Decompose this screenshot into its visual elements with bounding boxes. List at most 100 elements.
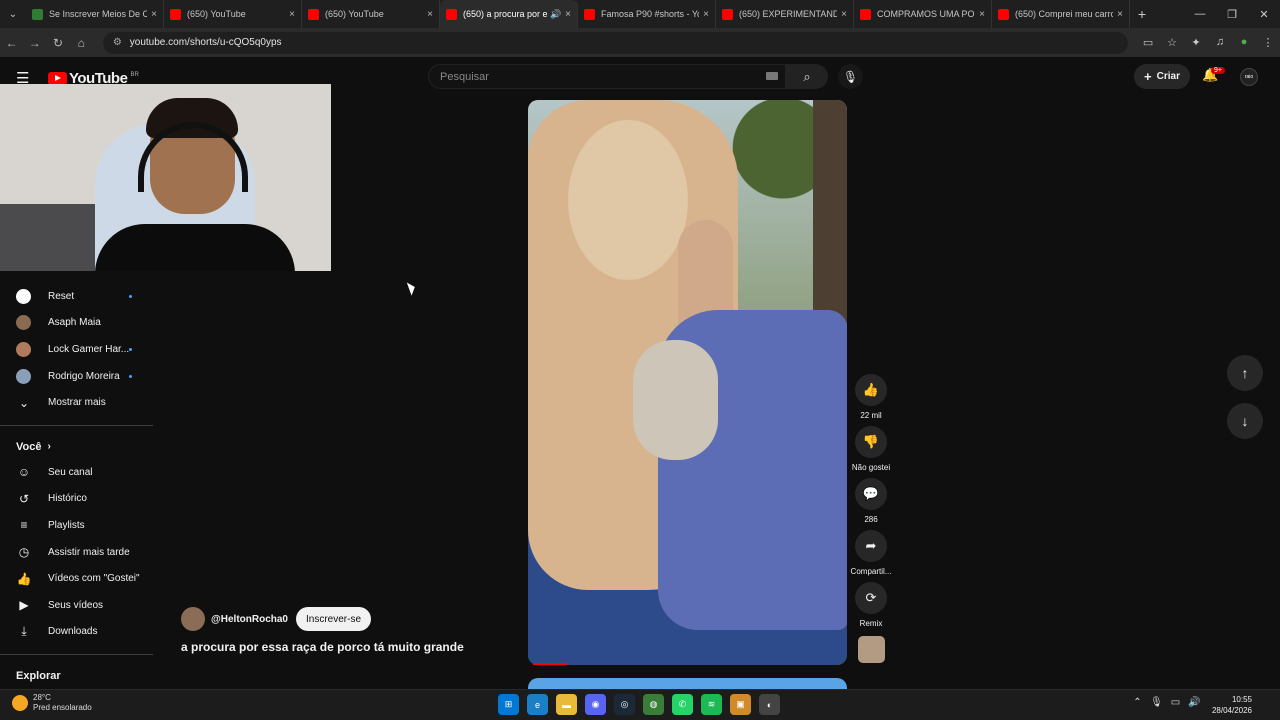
comments-button[interactable]: 💬 286	[851, 478, 891, 524]
close-window-icon[interactable]: ✕	[1248, 8, 1280, 21]
video-progress-bar[interactable]	[533, 663, 567, 665]
subscribe-button[interactable]: Inscrever-se	[295, 607, 371, 631]
account-avatar[interactable]: raio	[1240, 68, 1258, 86]
voice-search-button[interactable]: 🎙	[838, 64, 863, 89]
cast-icon[interactable]: ▭	[1136, 36, 1160, 49]
tab-close-icon[interactable]: ×	[289, 9, 295, 20]
steam-icon[interactable]: ◎	[614, 694, 635, 715]
obs-icon[interactable]: ◐	[759, 694, 780, 715]
show-more-button[interactable]: ⌄ Mostrar mais	[0, 389, 153, 416]
browser-tab[interactable]: Se Inscrever Meios De Co ×	[26, 0, 164, 28]
browser-tab[interactable]: (650) Comprei meu carro ×	[992, 0, 1130, 28]
discord-icon[interactable]: ◉	[585, 694, 606, 715]
tab-favicon-icon	[308, 8, 319, 20]
dislike-button[interactable]: 👎 Não gostei	[851, 426, 891, 472]
sidebar-item[interactable]: ↺ Histórico	[0, 486, 153, 513]
tab-close-icon[interactable]: ×	[151, 9, 157, 20]
subscription-label: Asaph Maia	[48, 317, 101, 329]
chevron-right-icon: ›	[47, 441, 51, 453]
search-input[interactable]: Pesquisar	[428, 64, 786, 89]
browser-tab[interactable]: (650) EXPERIMENTANDO ×	[716, 0, 854, 28]
chrome-icon[interactable]: ◍	[643, 694, 664, 715]
tab-search-icon[interactable]: ⌄	[0, 0, 26, 28]
app-icon[interactable]: ▣	[730, 694, 751, 715]
previous-short-button[interactable]: ↑	[1227, 355, 1263, 391]
home-icon[interactable]: ⌂	[70, 36, 93, 50]
forward-icon[interactable]: →	[23, 36, 46, 50]
sidebar-item[interactable]: ≡ Playlists	[0, 512, 153, 539]
taskbar-apps: ⊞ e ▬ ◉ ◎ ◍ ✆ ≋ ▣ ◐	[498, 694, 788, 715]
mic-tray-icon[interactable]: 🎙	[1147, 697, 1166, 708]
arrow-down-icon: ↓	[1241, 413, 1249, 429]
explore-section-header: Explorar	[0, 664, 153, 688]
restore-icon[interactable]: ❐	[1216, 8, 1248, 21]
remix-button[interactable]: ⟳ Remix	[851, 582, 891, 628]
clock-time: 10:55	[1231, 695, 1252, 704]
like-button[interactable]: 👍 22 mil	[851, 374, 891, 420]
keyboard-icon[interactable]	[766, 72, 778, 80]
subscription-item[interactable]: Asaph Maia	[0, 310, 153, 337]
back-icon[interactable]: ←	[0, 36, 23, 50]
notification-badge: 9+	[1211, 67, 1225, 74]
share-button[interactable]: ➦ Compartil...	[851, 530, 891, 576]
sidebar-item[interactable]: ⤓ Downloads	[0, 619, 153, 646]
subscription-item[interactable]: Reset	[0, 283, 153, 310]
browser-tab[interactable]: (650) YouTube ×	[164, 0, 302, 28]
volume-icon[interactable]: 🔊	[1185, 697, 1204, 708]
network-icon[interactable]: ▭	[1166, 697, 1185, 708]
subscription-item[interactable]: Rodrigo Moreira	[0, 363, 153, 390]
browser-tab[interactable]: COMPRAMOS UMA PORS ×	[854, 0, 992, 28]
spotify-icon[interactable]: ≋	[701, 694, 722, 715]
create-button[interactable]: + Criar	[1134, 64, 1190, 89]
sidebar-divider	[0, 424, 153, 426]
short-title[interactable]: a procura por essa raça de porco tá muit…	[181, 640, 464, 654]
sidebar-item[interactable]: 👍 Vídeos com "Gostei"	[0, 565, 153, 592]
browser-tab[interactable]: Famosa P90 #shorts - You ×	[578, 0, 716, 28]
tab-close-icon[interactable]: ×	[703, 9, 709, 20]
video-pig-head	[568, 120, 688, 280]
channel-avatar[interactable]	[181, 607, 205, 631]
browser-tab[interactable]: (650) a procura por e 🔊 ×	[440, 0, 578, 28]
search-button[interactable]: ⌕	[786, 64, 828, 89]
site-info-icon[interactable]: ⚙	[113, 37, 122, 48]
taskbar-clock[interactable]: 10:55 28/04/2026	[1204, 694, 1252, 716]
edge-icon[interactable]: e	[527, 694, 548, 715]
tab-title: Famosa P90 #shorts - You	[601, 9, 700, 19]
audio-source-thumbnail[interactable]	[858, 636, 885, 663]
browser-tab[interactable]: (650) YouTube ×	[302, 0, 440, 28]
minimize-icon[interactable]: —	[1184, 8, 1216, 21]
chevron-down-icon: ⌄	[18, 395, 30, 410]
tab-close-icon[interactable]: ×	[427, 9, 433, 20]
reload-icon[interactable]: ↻	[46, 36, 69, 50]
channel-name[interactable]: @HeltonRocha0	[211, 614, 288, 625]
subscription-item[interactable]: Lock Gamer Har...	[0, 336, 153, 363]
sidebar-item[interactable]: ◷ Assistir mais tarde	[0, 539, 153, 566]
sidebar-item[interactable]: ☺ Seu canal	[0, 459, 153, 486]
media-icon[interactable]: ♫	[1208, 36, 1232, 49]
file-explorer-icon[interactable]: ▬	[556, 694, 577, 715]
profile-icon[interactable]: ●	[1232, 36, 1256, 49]
bookmark-star-icon[interactable]: ☆	[1160, 36, 1184, 49]
extensions-icon[interactable]: ✦	[1184, 36, 1208, 49]
new-content-dot	[129, 374, 132, 378]
tab-close-icon[interactable]: ×	[841, 9, 847, 20]
tab-close-icon[interactable]: ×	[1117, 9, 1123, 20]
tab-close-icon[interactable]: ×	[565, 9, 571, 20]
tab-close-icon[interactable]: ×	[979, 9, 985, 20]
subscription-label: Reset	[48, 290, 75, 302]
whatsapp-icon[interactable]: ✆	[672, 694, 693, 715]
url-bar[interactable]: ⚙ youtube.com/shorts/u-cQO5q0yps	[102, 31, 1129, 54]
new-tab-button[interactable]: +	[1130, 6, 1154, 22]
short-video-player[interactable]	[528, 100, 847, 665]
speaker-icon[interactable]: 🔊	[550, 9, 561, 20]
next-short-button[interactable]: ↓	[1227, 403, 1263, 439]
browser-menu-icon[interactable]: ⋮	[1256, 36, 1280, 49]
you-section-header[interactable]: Você ›	[0, 435, 153, 459]
windows-start-icon[interactable]: ⊞	[498, 694, 519, 715]
weather-widget[interactable]: 28°C Pred ensolarado	[12, 693, 92, 713]
tab-title: (650) a procura por e	[463, 9, 547, 19]
sidebar-divider	[0, 654, 153, 656]
chevron-up-icon[interactable]: ⌃	[1128, 697, 1147, 708]
video-man-cap	[633, 340, 718, 460]
sidebar-item[interactable]: ▶ Seus vídeos	[0, 592, 153, 619]
